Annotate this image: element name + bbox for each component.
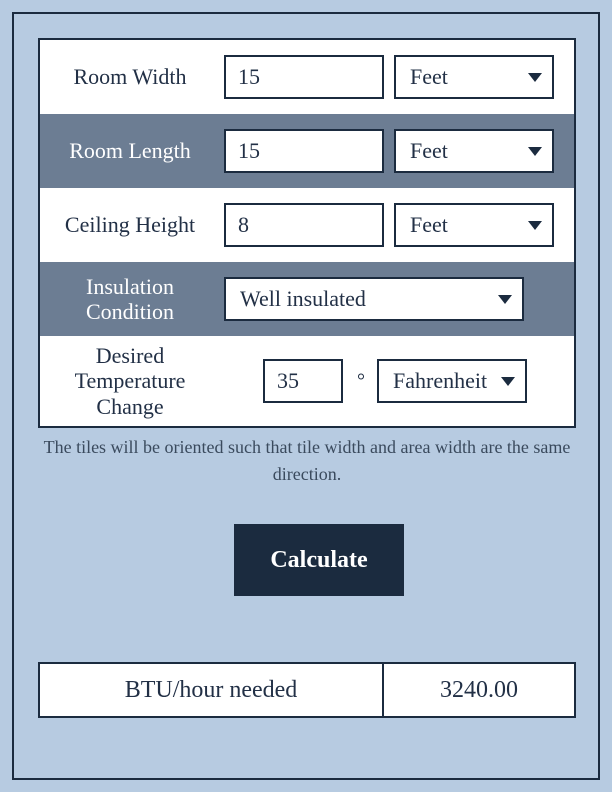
row-ceiling-height: Ceiling Height Feet: [40, 188, 574, 262]
room-width-unit-select[interactable]: Feet: [394, 55, 554, 99]
temp-change-input[interactable]: [263, 359, 343, 403]
row-temp-change: Desired Temperature Change ° Fahrenheit: [40, 336, 574, 426]
result-value: 3240.00: [384, 664, 574, 716]
chevron-down-icon: [501, 377, 515, 386]
room-width-input[interactable]: [224, 55, 384, 99]
room-length-unit-value: Feet: [410, 138, 448, 164]
ceiling-height-unit-select[interactable]: Feet: [394, 203, 554, 247]
input-form: Room Width Feet Room Length Feet Ceiling…: [38, 38, 576, 428]
ceiling-height-label: Ceiling Height: [40, 206, 220, 243]
calculate-button[interactable]: Calculate: [234, 524, 404, 596]
result-label: BTU/hour needed: [40, 664, 384, 716]
insulation-label: Insulation Condition: [40, 268, 220, 331]
row-room-length: Room Length Feet: [40, 114, 574, 188]
chevron-down-icon: [528, 221, 542, 230]
degree-symbol: °: [353, 359, 367, 403]
ceiling-height-input[interactable]: [224, 203, 384, 247]
row-room-width: Room Width Feet: [40, 40, 574, 114]
chevron-down-icon: [528, 73, 542, 82]
row-insulation: Insulation Condition Well insulated: [40, 262, 574, 336]
calculator-frame: Room Width Feet Room Length Feet Ceiling…: [12, 12, 600, 780]
insulation-value: Well insulated: [240, 286, 366, 312]
orientation-note: The tiles will be oriented such that til…: [38, 434, 576, 488]
room-width-unit-value: Feet: [410, 64, 448, 90]
insulation-select[interactable]: Well insulated: [224, 277, 524, 321]
ceiling-height-unit-value: Feet: [410, 212, 448, 238]
temp-change-unit-select[interactable]: Fahrenheit: [377, 359, 527, 403]
result-table: BTU/hour needed 3240.00: [38, 662, 576, 718]
temp-change-label: Desired Temperature Change: [40, 337, 220, 425]
temp-change-unit-value: Fahrenheit: [393, 368, 487, 394]
room-width-label: Room Width: [40, 58, 220, 95]
chevron-down-icon: [528, 147, 542, 156]
room-length-unit-select[interactable]: Feet: [394, 129, 554, 173]
chevron-down-icon: [498, 295, 512, 304]
room-length-input[interactable]: [224, 129, 384, 173]
room-length-label: Room Length: [40, 132, 220, 169]
